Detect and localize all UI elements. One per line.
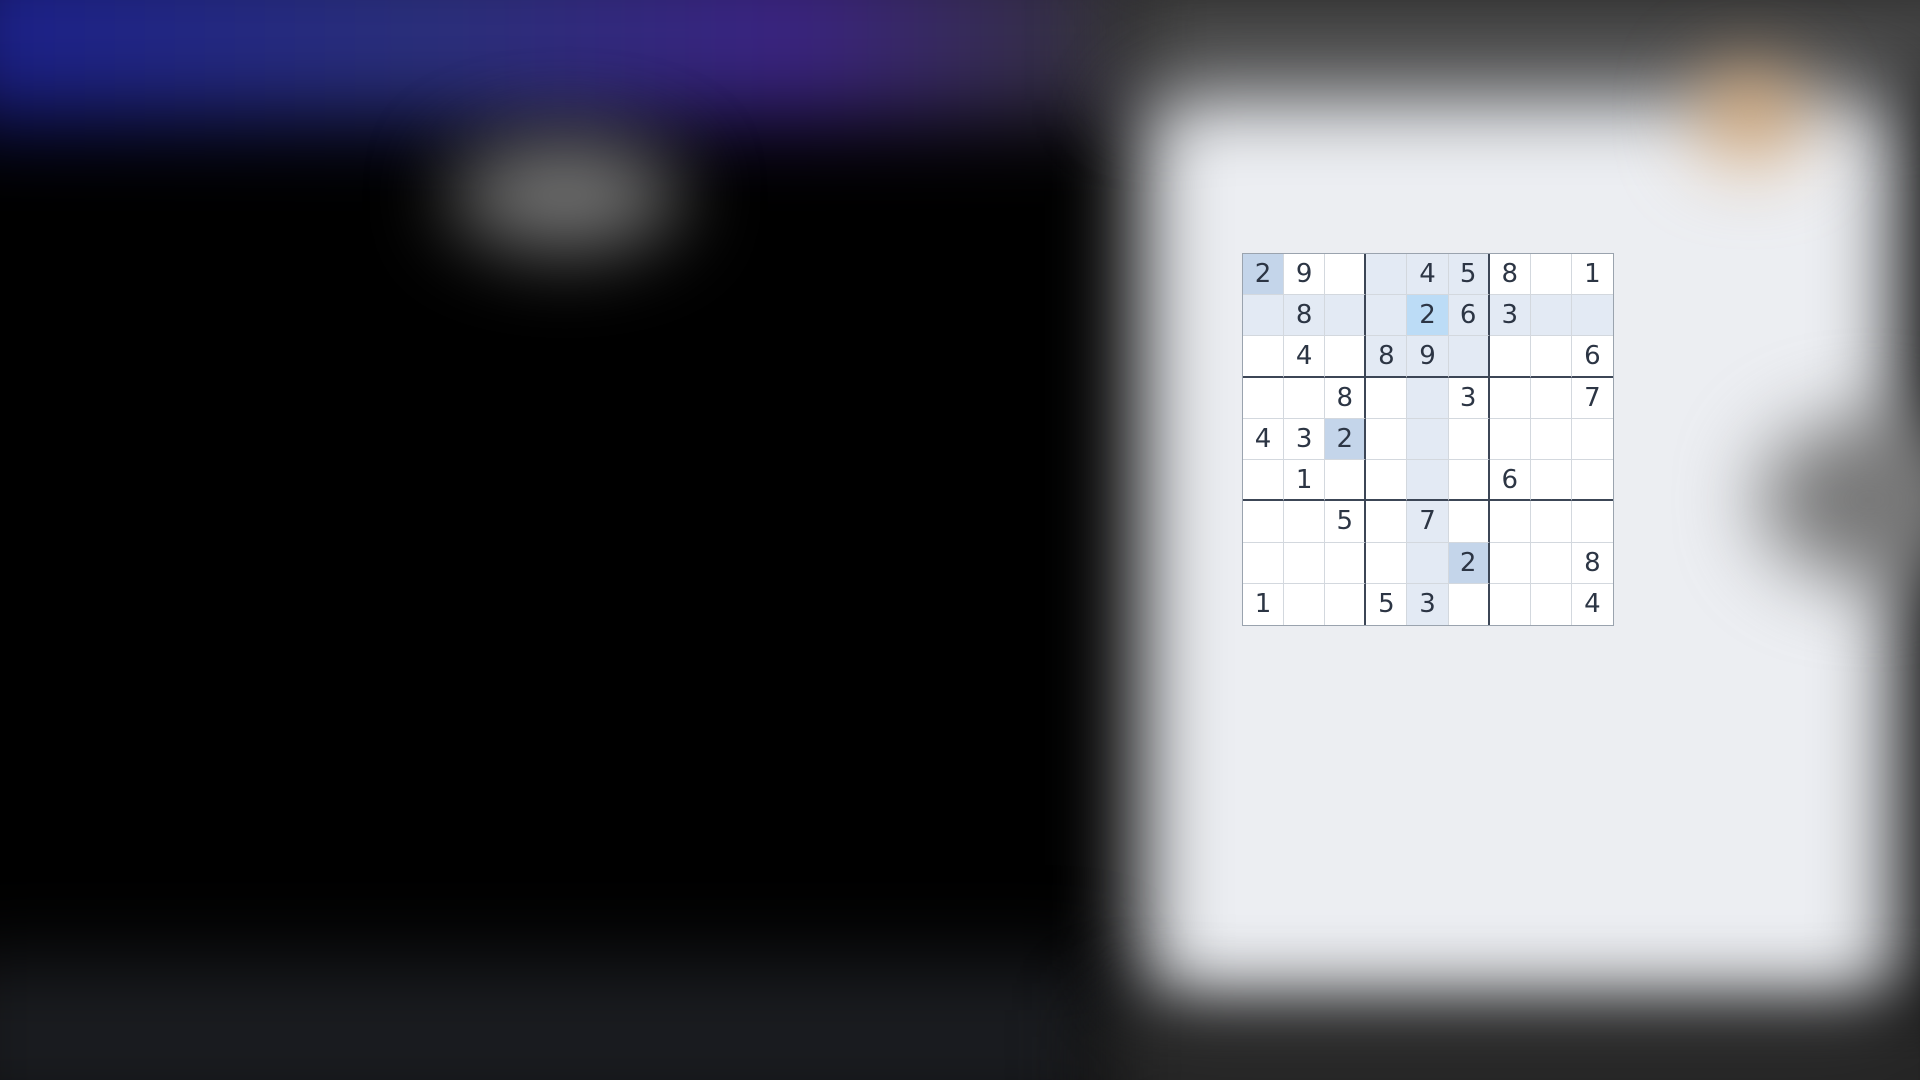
- sudoku-cell-r5c1[interactable]: 4: [1243, 418, 1285, 461]
- sudoku-cell-r4c5[interactable]: [1407, 377, 1449, 419]
- sudoku-cell-r2c6[interactable]: 6: [1448, 295, 1490, 337]
- sudoku-cell-r3c5[interactable]: 9: [1407, 336, 1449, 378]
- sudoku-cell-r8c7[interactable]: [1489, 542, 1531, 584]
- sudoku-cell-r6c6[interactable]: [1448, 460, 1490, 502]
- sudoku-cell-r5c7[interactable]: [1489, 418, 1531, 461]
- sudoku-cell-r7c2[interactable]: [1284, 501, 1326, 543]
- sudoku-cell-r8c2[interactable]: [1284, 542, 1326, 584]
- sudoku-cell-r9c9[interactable]: 4: [1571, 583, 1613, 625]
- sudoku-cell-r3c1[interactable]: [1243, 336, 1285, 378]
- sudoku-cell-r6c8[interactable]: [1530, 460, 1572, 502]
- sudoku-cell-r6c7[interactable]: 6: [1489, 460, 1531, 502]
- sudoku-cell-r5c3[interactable]: 2: [1325, 418, 1367, 461]
- sudoku-cell-r3c7[interactable]: [1489, 336, 1531, 378]
- sudoku-cell-r5c6[interactable]: [1448, 418, 1490, 461]
- sudoku-cell-r4c9[interactable]: 7: [1571, 377, 1613, 419]
- sudoku-cell-r6c9[interactable]: [1571, 460, 1613, 502]
- bg-blur: [450, 140, 680, 250]
- bg-blur: [0, 0, 1150, 120]
- bg-blur: [1100, 1010, 1920, 1080]
- sudoku-cell-r3c6[interactable]: [1448, 336, 1490, 378]
- sudoku-cell-r4c7[interactable]: [1489, 377, 1531, 419]
- sudoku-cell-r6c2[interactable]: 1: [1284, 460, 1326, 502]
- sudoku-cell-r2c4[interactable]: [1366, 295, 1408, 337]
- sudoku-cell-r1c7[interactable]: 8: [1489, 254, 1531, 296]
- sudoku-cell-r9c2[interactable]: [1284, 583, 1326, 625]
- sudoku-cell-r9c8[interactable]: [1530, 583, 1572, 625]
- sudoku-cell-r1c4[interactable]: [1366, 254, 1408, 296]
- sudoku-cell-r4c2[interactable]: [1284, 377, 1326, 419]
- sudoku-cell-r3c2[interactable]: 4: [1284, 336, 1326, 378]
- sudoku-cell-r1c9[interactable]: 1: [1571, 254, 1613, 296]
- sudoku-cell-r6c3[interactable]: [1325, 460, 1367, 502]
- sudoku-cell-r2c8[interactable]: [1530, 295, 1572, 337]
- sudoku-cell-r8c1[interactable]: [1243, 542, 1285, 584]
- sudoku-cell-r4c4[interactable]: [1366, 377, 1408, 419]
- sudoku-cell-r9c5[interactable]: 3: [1407, 583, 1449, 625]
- sudoku-cell-r5c9[interactable]: [1571, 418, 1613, 461]
- sudoku-cell-r4c1[interactable]: [1243, 377, 1285, 419]
- sudoku-cell-r9c3[interactable]: [1325, 583, 1367, 625]
- sudoku-cell-r1c5[interactable]: 4: [1407, 254, 1449, 296]
- sudoku-cell-r8c9[interactable]: 8: [1571, 542, 1613, 584]
- sudoku-cell-r4c8[interactable]: [1530, 377, 1572, 419]
- sudoku-cell-r6c5[interactable]: [1407, 460, 1449, 502]
- bg-blur: [0, 960, 1100, 1080]
- sudoku-cell-r3c3[interactable]: [1325, 336, 1367, 378]
- sudoku-cell-r3c8[interactable]: [1530, 336, 1572, 378]
- sudoku-cell-r2c9[interactable]: [1571, 295, 1613, 337]
- sudoku-cell-r2c3[interactable]: [1325, 295, 1367, 337]
- sudoku-cell-r1c3[interactable]: [1325, 254, 1367, 296]
- sudoku-cell-r2c5[interactable]: 2: [1407, 295, 1449, 337]
- sudoku-cell-r8c4[interactable]: [1366, 542, 1408, 584]
- sudoku-cell-r9c1[interactable]: 1: [1243, 583, 1285, 625]
- sudoku-cell-r9c6[interactable]: [1448, 583, 1490, 625]
- blurred-background: [0, 0, 1920, 1080]
- sudoku-cell-r8c3[interactable]: [1325, 542, 1367, 584]
- sudoku-cell-r5c5[interactable]: [1407, 418, 1449, 461]
- sudoku-cell-r7c5[interactable]: 7: [1407, 501, 1449, 543]
- sudoku-cell-r7c1[interactable]: [1243, 501, 1285, 543]
- bg-blur: [1120, 0, 1920, 100]
- sudoku-cell-r1c1[interactable]: 2: [1243, 254, 1285, 296]
- sudoku-cell-r9c4[interactable]: 5: [1366, 583, 1408, 625]
- sudoku-cell-r4c6[interactable]: 3: [1448, 377, 1490, 419]
- sudoku-cell-r7c3[interactable]: 5: [1325, 501, 1367, 543]
- sudoku-cell-r2c2[interactable]: 8: [1284, 295, 1326, 337]
- sudoku-cell-r4c3[interactable]: 8: [1325, 377, 1367, 419]
- sudoku-cell-r2c1[interactable]: [1243, 295, 1285, 337]
- sudoku-cell-r7c6[interactable]: [1448, 501, 1490, 543]
- sudoku-cell-r8c5[interactable]: [1407, 542, 1449, 584]
- sudoku-cell-r3c9[interactable]: 6: [1571, 336, 1613, 378]
- sudoku-cell-r5c2[interactable]: 3: [1284, 418, 1326, 461]
- bg-blur: [1700, 70, 1800, 160]
- sudoku-cell-r8c8[interactable]: [1530, 542, 1572, 584]
- sudoku-cell-r7c9[interactable]: [1571, 501, 1613, 543]
- sudoku-grid: 294581826348968374321657281534: [1242, 253, 1614, 626]
- sudoku-cell-r1c2[interactable]: 9: [1284, 254, 1326, 296]
- sudoku-cell-r1c8[interactable]: [1530, 254, 1572, 296]
- sudoku-cell-r5c4[interactable]: [1366, 418, 1408, 461]
- sudoku-cell-r6c4[interactable]: [1366, 460, 1408, 502]
- sudoku-cell-r6c1[interactable]: [1243, 460, 1285, 502]
- sudoku-cell-r7c8[interactable]: [1530, 501, 1572, 543]
- sudoku-cell-r7c4[interactable]: [1366, 501, 1408, 543]
- sudoku-cell-r1c6[interactable]: 5: [1448, 254, 1490, 296]
- sudoku-cell-r9c7[interactable]: [1489, 583, 1531, 625]
- sudoku-cell-r5c8[interactable]: [1530, 418, 1572, 461]
- sudoku-cell-r8c6[interactable]: 2: [1448, 542, 1490, 584]
- sudoku-cell-r7c7[interactable]: [1489, 501, 1531, 543]
- sudoku-cell-r3c4[interactable]: 8: [1366, 336, 1408, 378]
- sudoku-cell-r2c7[interactable]: 3: [1489, 295, 1531, 337]
